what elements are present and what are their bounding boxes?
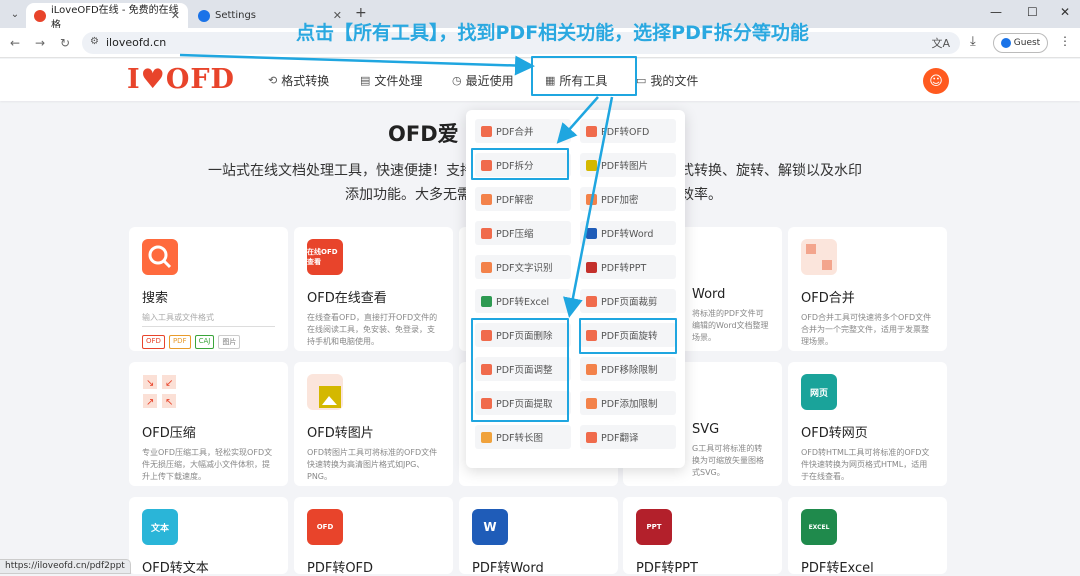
arrow-to-all-tools: [179, 53, 535, 76]
arrow-to-page-tools: [563, 96, 614, 318]
status-bar-url: https://iloveofd.cn/pdf2ppt: [0, 559, 131, 574]
annotation-arrows: [179, 53, 614, 318]
arrow-to-split: [556, 96, 599, 144]
